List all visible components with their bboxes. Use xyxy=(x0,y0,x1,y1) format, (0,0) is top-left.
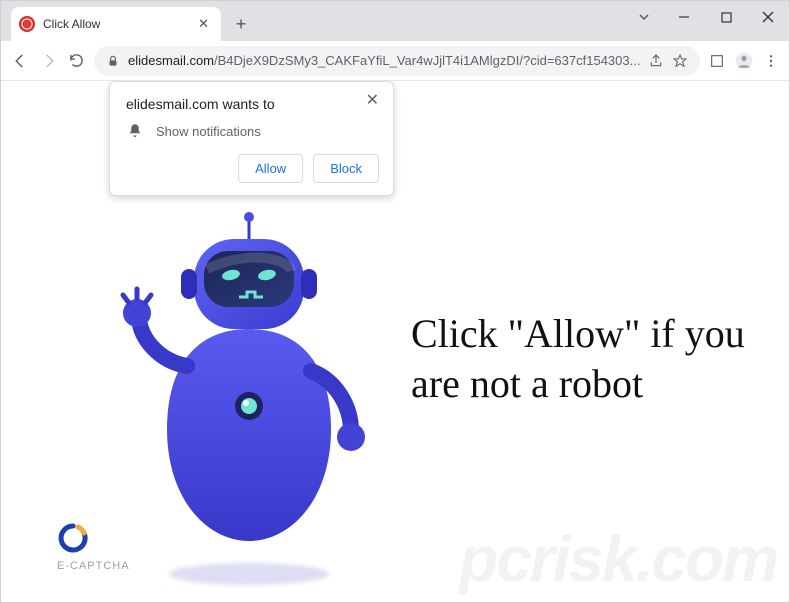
url-domain: elidesmail.com xyxy=(128,53,214,68)
popup-title: elidesmail.com wants to xyxy=(126,96,379,112)
window-controls xyxy=(625,1,789,33)
bell-icon xyxy=(126,122,144,140)
user-icon xyxy=(734,51,754,71)
watermark: pcrisk.com xyxy=(459,522,777,596)
robot-icon xyxy=(99,211,399,551)
url-text: elidesmail.com/B4DjeX9DzSMy3_CAKFaYfiL_V… xyxy=(128,53,640,68)
back-button[interactable] xyxy=(9,46,31,76)
reload-button[interactable] xyxy=(66,46,88,76)
popup-permission-text: Show notifications xyxy=(156,124,261,139)
new-tab-button[interactable]: + xyxy=(227,10,255,38)
captcha-brand-text: E-CAPTCHA xyxy=(57,560,130,572)
kebab-icon xyxy=(763,53,779,69)
browser-tab[interactable]: Click Allow ✕ xyxy=(11,7,221,41)
url-path: /B4DjeX9DzSMy3_CAKFaYfiL_Var4wJjlT4i1AMl… xyxy=(214,53,640,68)
page-headline: Click "Allow" if you are not a robot xyxy=(411,309,789,409)
popup-buttons: Allow Block xyxy=(126,154,379,183)
maximize-icon xyxy=(721,12,732,23)
minimize-button[interactable] xyxy=(663,1,705,33)
maximize-button[interactable] xyxy=(705,1,747,33)
close-tab-button[interactable]: ✕ xyxy=(194,16,213,32)
address-bar[interactable]: elidesmail.com/B4DjeX9DzSMy3_CAKFaYfiL_V… xyxy=(94,46,700,76)
popup-permission-row: Show notifications xyxy=(126,122,379,140)
captcha-brand: E-CAPTCHA xyxy=(57,522,130,572)
share-icon[interactable] xyxy=(648,53,664,69)
page-content: ✕ elidesmail.com wants to Show notificat… xyxy=(1,81,789,602)
menu-button[interactable] xyxy=(760,47,781,75)
tab-title: Click Allow xyxy=(43,17,186,31)
chevron-down-icon xyxy=(638,11,650,23)
notification-permission-popup: ✕ elidesmail.com wants to Show notificat… xyxy=(109,81,394,196)
tab-strip: Click Allow ✕ + xyxy=(1,1,789,41)
arrow-right-icon xyxy=(40,52,58,70)
browser-window: Click Allow ✕ + xyxy=(0,0,790,603)
popup-close-button[interactable]: ✕ xyxy=(360,88,385,112)
toolbar: elidesmail.com/B4DjeX9DzSMy3_CAKFaYfiL_V… xyxy=(1,41,789,81)
captcha-logo-icon xyxy=(57,522,89,554)
robot-illustration xyxy=(99,211,399,556)
extensions-button[interactable] xyxy=(706,47,727,75)
favicon-icon xyxy=(19,16,35,32)
bookmark-star-icon[interactable] xyxy=(672,53,688,69)
close-icon xyxy=(762,11,774,23)
allow-button[interactable]: Allow xyxy=(238,154,303,183)
tabs-dropdown-button[interactable] xyxy=(625,1,663,33)
puzzle-icon xyxy=(709,53,725,69)
close-window-button[interactable] xyxy=(747,1,789,33)
block-button[interactable]: Block xyxy=(313,154,379,183)
robot-shadow xyxy=(169,563,329,585)
minimize-icon xyxy=(678,11,690,23)
lock-icon xyxy=(106,54,120,68)
forward-button[interactable] xyxy=(37,46,59,76)
profile-button[interactable] xyxy=(733,47,754,75)
arrow-left-icon xyxy=(11,52,29,70)
reload-icon xyxy=(68,52,85,69)
